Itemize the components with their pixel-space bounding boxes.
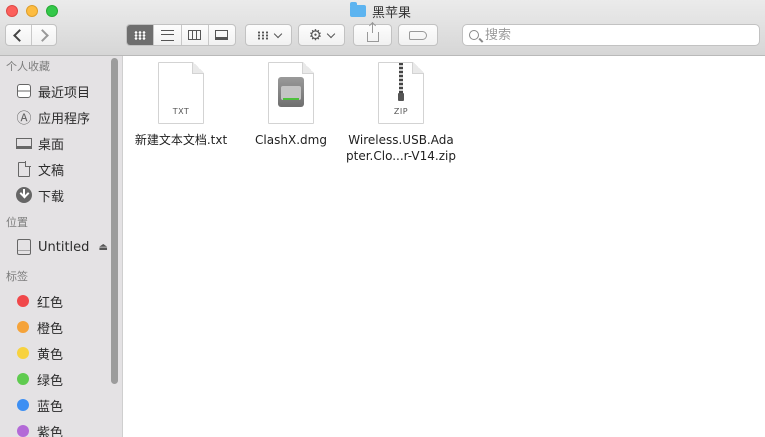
window-title-text: 黑苹果 bbox=[372, 5, 412, 21]
window-title: 黑苹果 bbox=[350, 2, 412, 21]
tag-color-dot bbox=[17, 373, 29, 385]
sidebar-item-label: 黄色 bbox=[37, 347, 64, 363]
sidebar-item-label: 文稿 bbox=[38, 163, 65, 179]
sidebar-section-favorites: 个人收藏 bbox=[6, 60, 50, 73]
sidebar-tag-green[interactable]: 绿色 bbox=[0, 366, 122, 392]
tag-color-dot bbox=[17, 399, 29, 411]
documents-icon bbox=[18, 160, 31, 177]
sidebar-item-recents[interactable]: 最近项目 bbox=[0, 78, 122, 104]
gear-icon: ⚙ bbox=[308, 25, 323, 44]
recents-icon bbox=[17, 84, 31, 98]
list-view-button[interactable] bbox=[153, 25, 180, 45]
search-icon bbox=[469, 30, 479, 40]
sidebar-section-locations: 位置 bbox=[6, 216, 28, 229]
sidebar-item-label: 蓝色 bbox=[37, 399, 64, 415]
icon-view-button[interactable] bbox=[127, 25, 154, 45]
grid-icon bbox=[256, 30, 269, 40]
drive-icon bbox=[17, 239, 31, 255]
forward-button[interactable] bbox=[30, 25, 57, 45]
file-name: ClashX.dmg bbox=[255, 133, 327, 147]
file-item[interactable]: ClashX.dmg bbox=[236, 62, 346, 148]
search-input[interactable] bbox=[483, 26, 737, 44]
sidebar-tag-blue[interactable]: 蓝色 bbox=[0, 392, 122, 418]
file-type-label: ZIP bbox=[393, 107, 409, 116]
file-item[interactable]: ZIP Wireless.USB.Adapter.Clo...r-V14.zip bbox=[346, 62, 456, 164]
chevron-down-icon bbox=[326, 29, 336, 38]
cover-flow-icon bbox=[215, 30, 229, 40]
sidebar-section-tags: 标签 bbox=[6, 270, 28, 283]
sidebar-item-label: 下载 bbox=[38, 189, 65, 205]
tag-color-dot bbox=[17, 295, 29, 307]
sidebar-item-label: 绿色 bbox=[37, 373, 64, 389]
share-icon bbox=[366, 23, 379, 42]
disk-image-icon bbox=[268, 62, 314, 124]
tag-color-dot bbox=[17, 321, 29, 333]
sidebar-item-label: 红色 bbox=[37, 295, 64, 311]
sidebar-item-applications[interactable]: Ⓐ 应用程序 bbox=[0, 104, 122, 130]
grid-icon bbox=[134, 30, 147, 40]
chevron-right-icon bbox=[35, 28, 49, 42]
file-name: Wireless.USB.Adapter.Clo...r-V14.zip bbox=[346, 133, 456, 163]
file-name: 新建文本文档.txt bbox=[134, 133, 228, 147]
sidebar-item-label: 应用程序 bbox=[38, 111, 91, 127]
tag-color-dot bbox=[17, 347, 29, 359]
eject-icon[interactable]: ⏏ bbox=[98, 242, 107, 253]
share-button[interactable] bbox=[353, 23, 392, 46]
sidebar-item-label: 桌面 bbox=[38, 137, 65, 153]
tag-color-dot bbox=[17, 425, 29, 437]
sidebar-item-desktop[interactable]: 桌面 bbox=[0, 130, 122, 156]
sidebar-item-label: 最近项目 bbox=[38, 85, 91, 101]
action-button[interactable]: ⚙ bbox=[298, 24, 345, 46]
applications-icon: Ⓐ bbox=[16, 108, 32, 127]
sidebar-tag-red[interactable]: 红色 bbox=[0, 288, 122, 314]
downloads-icon bbox=[16, 187, 32, 203]
zoom-button[interactable] bbox=[46, 5, 58, 17]
chevron-left-icon bbox=[13, 28, 27, 42]
back-button[interactable] bbox=[6, 25, 31, 45]
sidebar-tag-yellow[interactable]: 黄色 bbox=[0, 340, 122, 366]
sidebar-tag-purple[interactable]: 紫色 bbox=[0, 418, 122, 437]
columns-icon bbox=[188, 30, 202, 40]
folder-icon bbox=[350, 2, 366, 17]
zip-archive-icon: ZIP bbox=[378, 62, 424, 124]
desktop-icon bbox=[16, 137, 32, 149]
sidebar-item-documents[interactable]: 文稿 bbox=[0, 156, 122, 182]
tag-button[interactable] bbox=[398, 24, 438, 46]
sidebar-item-untitled[interactable]: Untitled ⏏ bbox=[0, 234, 122, 260]
finder-window: 黑苹果 ⚙ 个人收藏 bbox=[0, 0, 765, 437]
search-field[interactable] bbox=[462, 24, 760, 46]
sidebar-item-label: Untitled bbox=[38, 239, 90, 255]
sidebar-scrollbar[interactable] bbox=[111, 58, 118, 384]
file-type-label: TXT bbox=[172, 107, 190, 116]
close-button[interactable] bbox=[6, 5, 18, 17]
zipper-icon bbox=[399, 63, 403, 93]
arrange-button[interactable] bbox=[245, 24, 292, 46]
sidebar: 个人收藏 最近项目 Ⓐ 应用程序 桌面 文稿 下载 位置 Untitled ⏏ … bbox=[0, 56, 123, 437]
sidebar-item-label: 橙色 bbox=[37, 321, 64, 337]
tag-icon bbox=[409, 30, 427, 40]
navigation-buttons bbox=[5, 24, 57, 46]
view-mode-control bbox=[126, 24, 236, 46]
sidebar-item-label: 紫色 bbox=[37, 425, 64, 437]
toolbar: 黑苹果 ⚙ bbox=[0, 0, 765, 56]
text-document-icon: TXT bbox=[158, 62, 204, 124]
file-item[interactable]: TXT 新建文本文档.txt bbox=[126, 62, 236, 148]
sidebar-item-downloads[interactable]: 下载 bbox=[0, 182, 122, 208]
file-browser-area: TXT 新建文本文档.txt ClashX.dmg ZIP Wireless.U… bbox=[123, 56, 765, 437]
hard-drive-icon bbox=[278, 77, 304, 107]
sidebar-tag-orange[interactable]: 橙色 bbox=[0, 314, 122, 340]
list-icon bbox=[160, 29, 174, 41]
minimize-button[interactable] bbox=[26, 5, 38, 17]
chevron-down-icon bbox=[273, 29, 282, 38]
cover-flow-view-button[interactable] bbox=[207, 25, 235, 45]
column-view-button[interactable] bbox=[180, 25, 208, 45]
